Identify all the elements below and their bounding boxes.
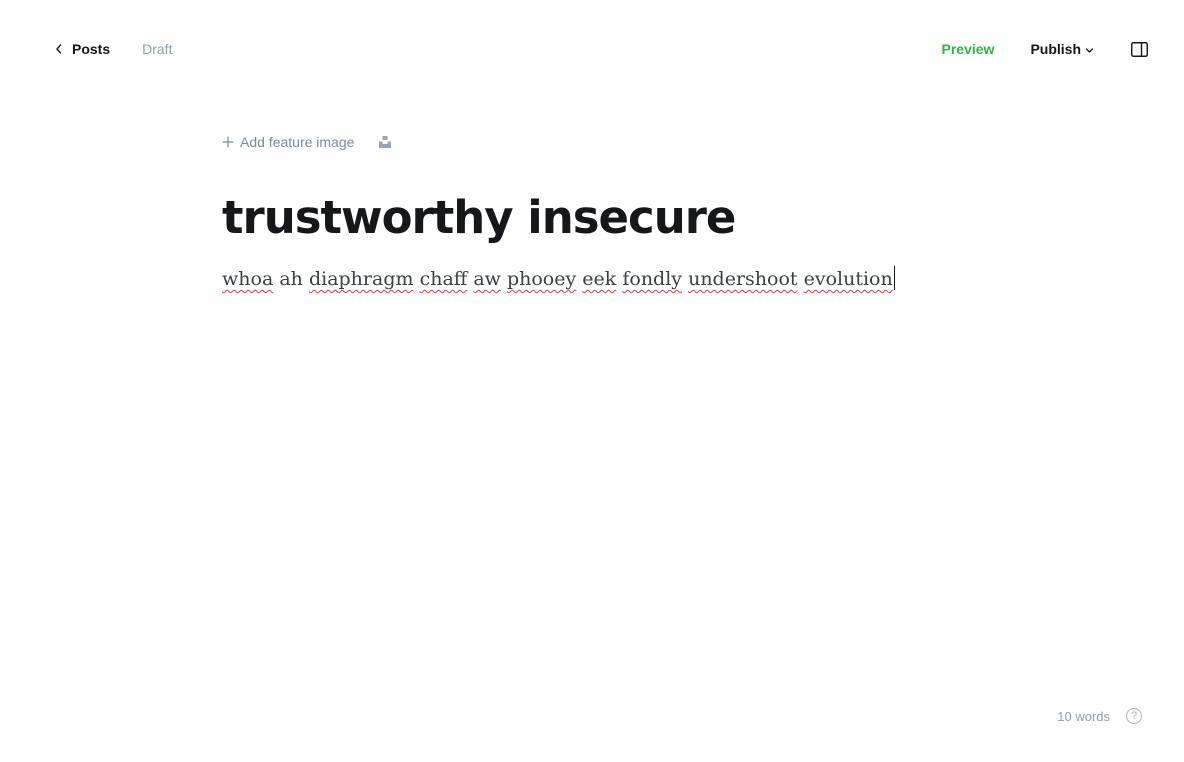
settings-sidebar-toggle[interactable] xyxy=(1130,41,1148,57)
text-cursor xyxy=(893,266,895,290)
body-word: diaphragm xyxy=(308,268,414,290)
plus-icon xyxy=(222,136,234,148)
body-word: fondly xyxy=(622,268,683,290)
editor-header-left: Posts Draft xyxy=(54,38,172,60)
body-word: ah xyxy=(279,268,303,290)
post-body-editor[interactable]: whoa ah diaphragm chaff aw phooey eek fo… xyxy=(222,264,895,294)
body-word: phooey xyxy=(506,268,577,290)
feature-image-row: Add feature image xyxy=(222,131,392,153)
preview-button[interactable]: Preview xyxy=(942,41,995,57)
word-count: 10 words xyxy=(1057,708,1110,724)
post-title[interactable]: trustworthy insecure xyxy=(222,188,736,248)
chevron-down-icon xyxy=(1085,48,1094,53)
body-word: aw xyxy=(473,268,501,290)
chevron-left-icon xyxy=(56,44,62,54)
body-word: chaff xyxy=(419,268,468,290)
post-status: Draft xyxy=(142,41,173,57)
editor-header-right: Preview Publish xyxy=(942,38,1149,60)
publish-button[interactable]: Publish xyxy=(1030,41,1094,57)
body-word: evolution xyxy=(803,268,893,290)
publish-label: Publish xyxy=(1030,41,1081,57)
editor-footer: 10 words ? xyxy=(1057,708,1142,724)
body-word: undershoot xyxy=(688,268,798,290)
help-icon[interactable]: ? xyxy=(1126,708,1142,724)
back-label: Posts xyxy=(72,41,111,57)
add-feature-image-button[interactable]: Add feature image xyxy=(222,134,354,150)
back-to-posts-link[interactable]: Posts xyxy=(54,41,110,57)
body-word: eek xyxy=(582,268,617,290)
body-word: whoa xyxy=(222,268,274,290)
add-feature-image-label: Add feature image xyxy=(240,134,355,150)
unsplash-icon[interactable] xyxy=(378,135,392,149)
sidebar-toggle-icon xyxy=(1130,41,1148,57)
